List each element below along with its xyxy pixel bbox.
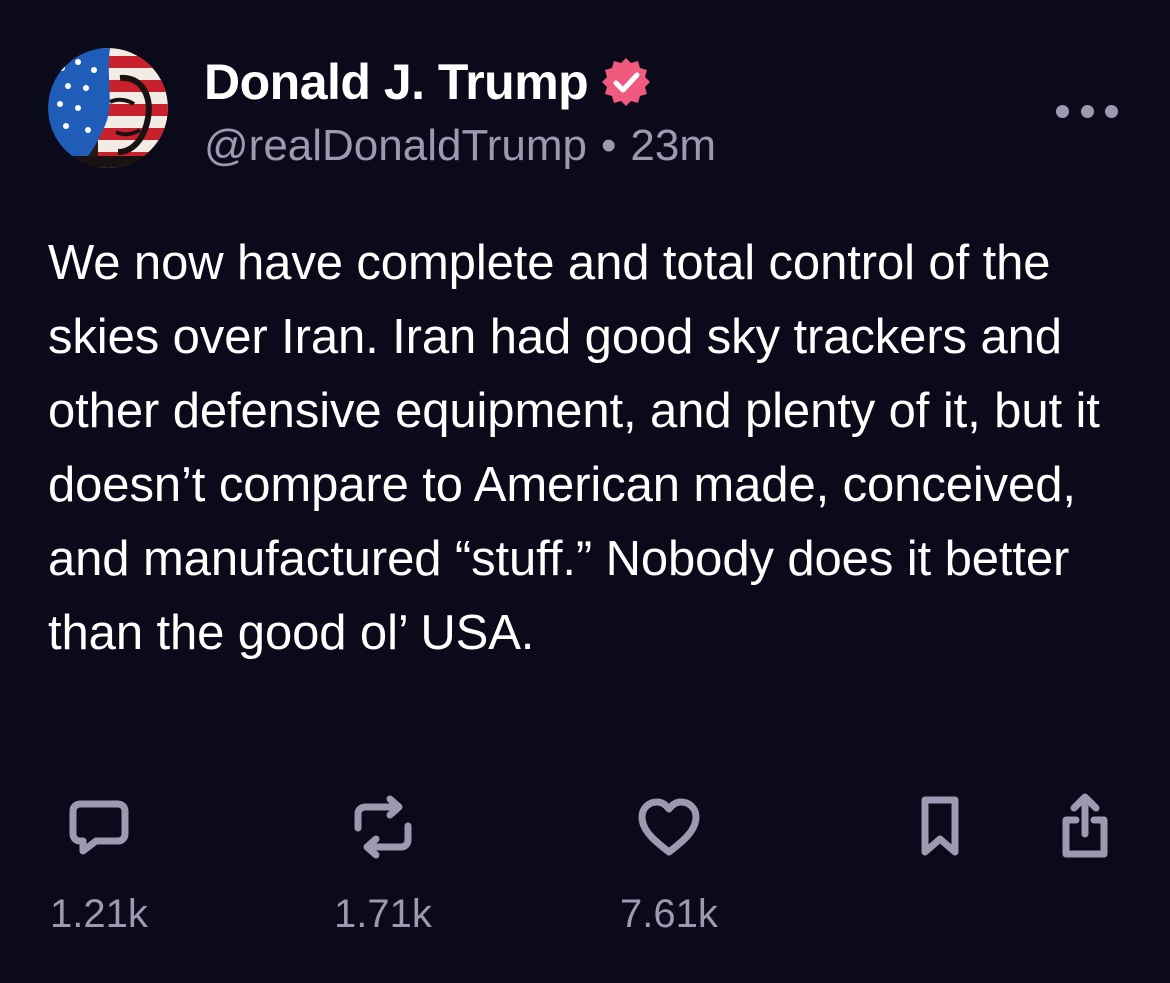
more-options-button[interactable] [1056, 96, 1118, 126]
share-icon [1050, 792, 1120, 862]
meta-separator: • [600, 121, 617, 170]
verified-badge-icon [600, 56, 652, 108]
comment-icon [64, 792, 134, 862]
bookmark-button[interactable] [905, 792, 975, 862]
repost-button[interactable]: 1.71k [334, 792, 432, 938]
share-button[interactable] [1050, 792, 1120, 862]
ellipsis-icon [1080, 104, 1094, 118]
post-body-text: We now have complete and total control o… [48, 236, 1100, 660]
post-meta: @realDonaldTrump • 23m [204, 118, 716, 174]
bookmark-icon [905, 792, 975, 862]
avatar-flag-face-icon [48, 48, 168, 168]
ellipsis-icon [1056, 104, 1069, 118]
reply-button[interactable]: 1.21k [50, 792, 148, 938]
author-avatar[interactable] [48, 48, 168, 168]
post-actions-bar: 1.21k 1.71k 7.61k [0, 792, 1170, 952]
ellipsis-icon [1105, 104, 1118, 118]
like-button[interactable]: 7.61k [620, 792, 718, 938]
like-count: 7.61k [620, 892, 718, 936]
post-card: Donald J. Trump @realDonaldTrump • 23m We … [0, 0, 1170, 983]
author-display-name[interactable]: Donald J. Trump [204, 52, 589, 112]
author-header: Donald J. Trump [204, 52, 652, 112]
heart-icon [634, 792, 704, 862]
repost-icon [348, 792, 418, 862]
author-handle[interactable]: @realDonaldTrump [204, 121, 587, 170]
repost-count: 1.71k [334, 892, 432, 936]
reply-count: 1.21k [50, 892, 148, 936]
post-timestamp[interactable]: 23m [630, 121, 716, 170]
